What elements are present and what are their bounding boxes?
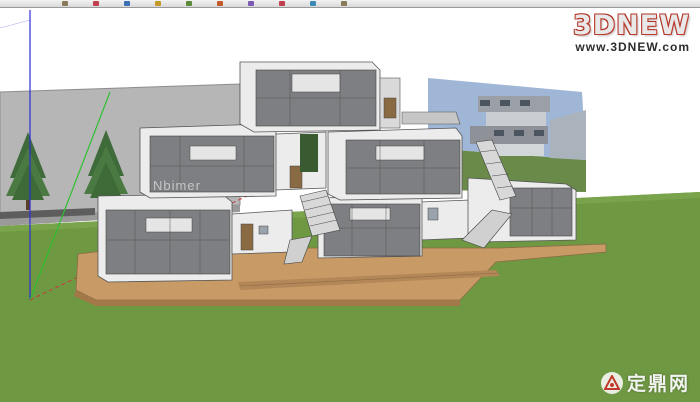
move-tool-icon[interactable] (248, 1, 254, 6)
3d-viewport[interactable]: Nbimer (0, 8, 700, 402)
sketchup-toolbar (0, 0, 700, 8)
brand-url: www.3DNEW.com (575, 40, 690, 54)
pan-tool-icon[interactable] (341, 1, 347, 6)
circle-tool-icon[interactable] (186, 1, 192, 6)
brand-watermark: 3DNEW www.3DNEW.com (573, 12, 690, 53)
footer-logo-icon (600, 371, 623, 394)
brand-logo: 3DNEW (572, 10, 690, 41)
overlay-watermark: Nbimer (153, 178, 201, 193)
module-lower-left (97, 193, 233, 283)
footer-watermark: 定鼎网 (600, 369, 690, 396)
rotate-tool-icon[interactable] (279, 1, 285, 6)
line-tool-icon[interactable] (124, 1, 130, 6)
scene-canvas (0, 8, 700, 402)
rectangle-tool-icon[interactable] (155, 1, 161, 6)
footer-watermark-text: 定鼎网 (626, 373, 690, 395)
module-center-connector (275, 131, 327, 191)
select-tool-icon[interactable] (62, 1, 68, 6)
module-mid-right (327, 127, 463, 201)
eraser-tool-icon[interactable] (93, 1, 99, 6)
roof-railing (401, 111, 461, 125)
module-top (239, 61, 401, 133)
orbit-tool-icon[interactable] (310, 1, 316, 6)
push-pull-tool-icon[interactable] (217, 1, 223, 6)
